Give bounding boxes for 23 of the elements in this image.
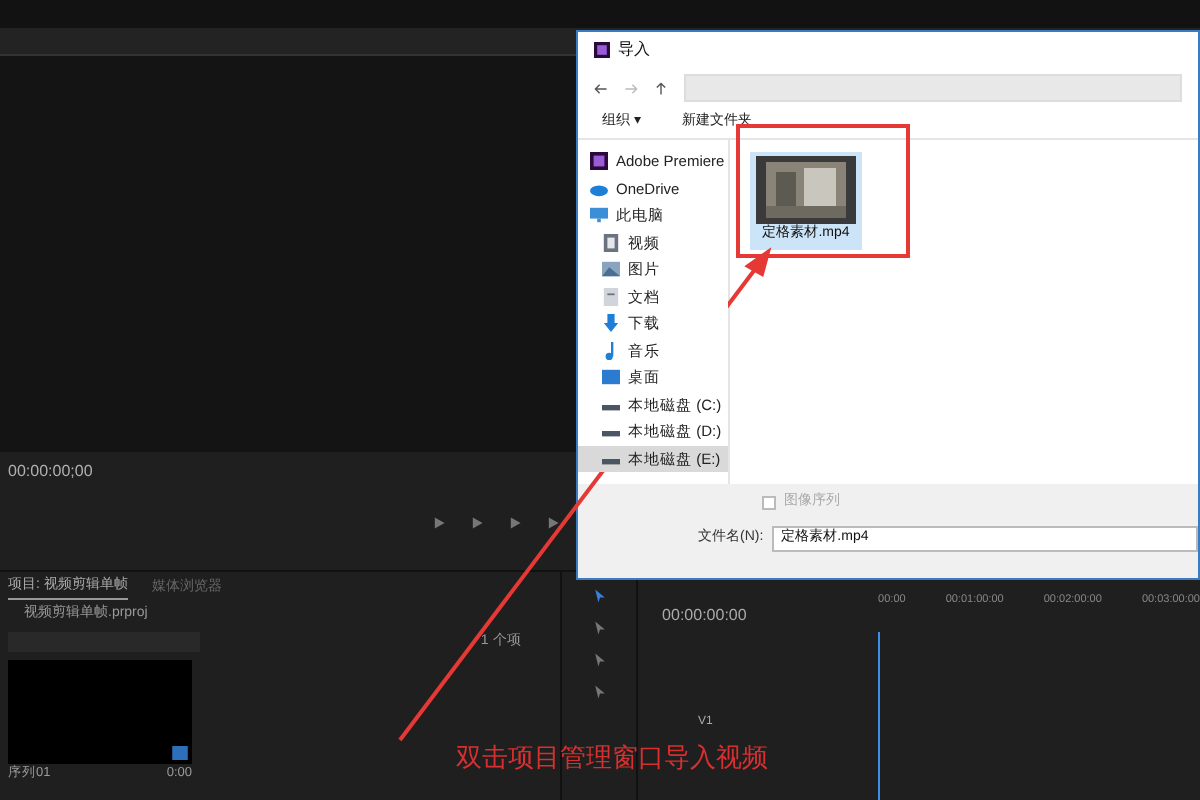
app-icon — [590, 152, 608, 171]
image-icon — [602, 260, 620, 279]
up-arrow-icon[interactable] — [654, 81, 668, 95]
back-arrow-icon[interactable] — [594, 81, 608, 95]
desktop-icon — [602, 368, 620, 387]
playback-control-icon[interactable] — [470, 515, 484, 529]
cloud-icon — [590, 179, 608, 198]
monitor-icon — [590, 206, 608, 225]
timecode: 00:00:00;00 — [8, 460, 93, 484]
playback-control-icon[interactable] — [508, 515, 522, 529]
playback-control-icon[interactable] — [432, 515, 446, 529]
download-icon — [602, 314, 620, 333]
sequence-icon — [172, 746, 188, 760]
checkbox[interactable] — [762, 495, 776, 509]
address-field[interactable] — [684, 74, 1182, 102]
film-icon — [602, 233, 620, 252]
sequence-thumbnail[interactable] — [8, 660, 192, 764]
dialog-title: 导入 — [618, 38, 650, 62]
playback-control-icon[interactable] — [546, 515, 560, 529]
annotation-text: 双击项目管理窗口导入视频 — [456, 742, 768, 778]
document-icon — [602, 287, 620, 306]
app-icon — [594, 42, 610, 58]
timecode: 00:00:00:00 — [662, 606, 747, 624]
